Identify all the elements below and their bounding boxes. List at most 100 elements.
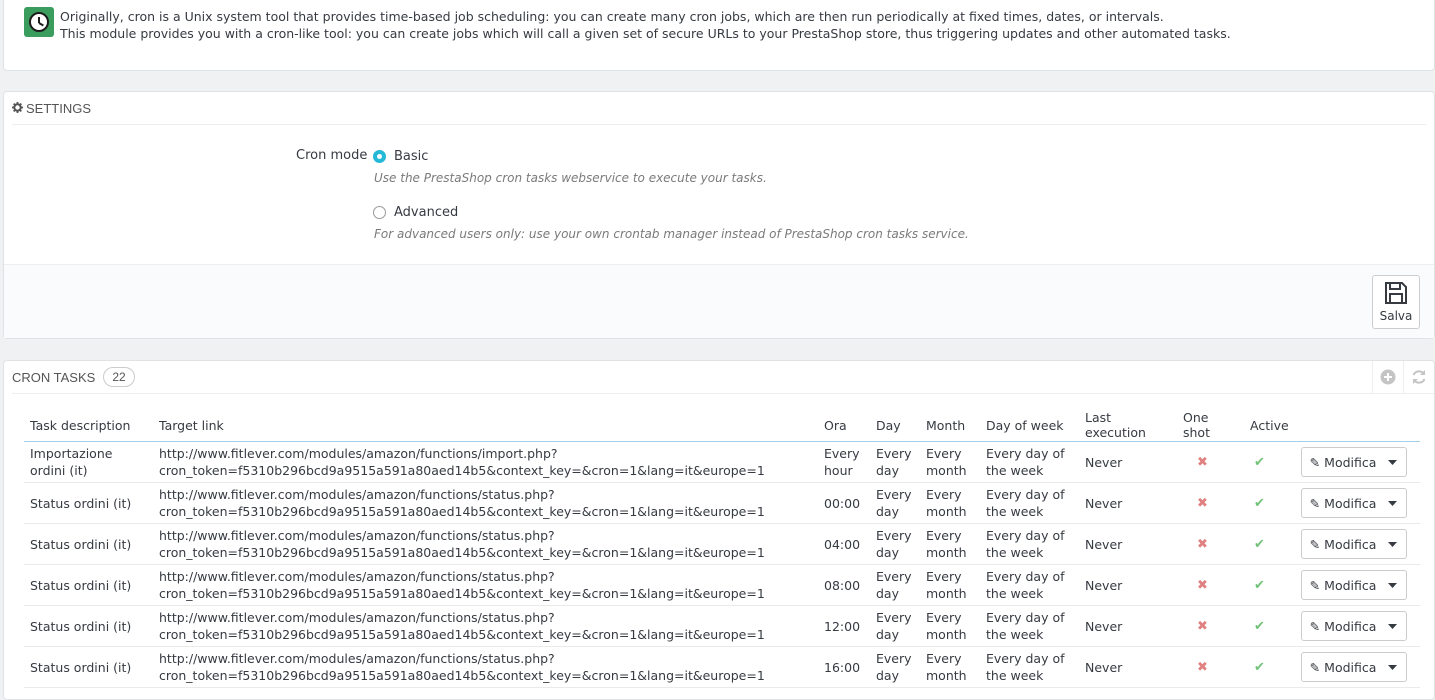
month-cell: Every month	[920, 564, 980, 606]
pencil-icon: ✎	[1309, 536, 1321, 552]
clock-icon	[24, 7, 54, 37]
edit-label: Modifica	[1324, 659, 1377, 675]
one-shot-cell: ✖	[1177, 564, 1244, 606]
cron-tasks-title: CRON TASKS	[12, 369, 96, 385]
month-cell: Every month	[920, 441, 980, 483]
col-ora[interactable]: Ora	[818, 409, 870, 442]
edit-button[interactable]: ✎ Modifica	[1302, 618, 1380, 635]
edit-button-group: ✎ Modifica	[1300, 529, 1407, 559]
col-last-execution[interactable]: Last execution	[1079, 409, 1177, 442]
one-shot-cell: ✖	[1177, 523, 1244, 565]
actions-cell: ✎ Modifica	[1294, 605, 1420, 647]
cross-icon[interactable]: ✖	[1197, 455, 1208, 470]
edit-label: Modifica	[1324, 577, 1377, 593]
task-count-badge: 22	[103, 367, 135, 387]
ora-cell: 04:00	[818, 523, 870, 565]
gear-icon	[12, 101, 23, 113]
cross-icon[interactable]: ✖	[1197, 619, 1208, 634]
cross-icon[interactable]: ✖	[1197, 537, 1208, 552]
last-execution-cell: Never	[1079, 523, 1177, 565]
cross-icon[interactable]: ✖	[1197, 660, 1208, 675]
check-icon[interactable]: ✔	[1254, 537, 1265, 552]
radio-basic[interactable]: Basic	[373, 149, 428, 164]
cross-icon[interactable]: ✖	[1197, 496, 1208, 511]
settings-title: SETTINGS	[26, 100, 92, 116]
radio-advanced-input[interactable]	[373, 206, 386, 219]
add-task-button[interactable]	[1372, 361, 1403, 393]
cross-icon[interactable]: ✖	[1197, 578, 1208, 593]
refresh-button[interactable]	[1403, 361, 1434, 393]
month-cell: Every month	[920, 646, 980, 688]
target-link-line2: cron_token=f5310b296bcd9a9515a591a80aed1…	[159, 504, 765, 519]
actions-cell: ✎ Modifica	[1294, 523, 1420, 565]
ora-cell: 16:00	[818, 646, 870, 688]
settings-panel: SETTINGS Cron mode Basic Use the PrestaS…	[3, 91, 1435, 339]
edit-button[interactable]: ✎ Modifica	[1302, 659, 1380, 676]
ora-cell: 12:00	[818, 605, 870, 647]
target-link: http://www.fitlever.com/modules/amazon/f…	[153, 646, 818, 688]
day-of-week-cell: Every day of the week	[980, 441, 1079, 483]
target-link: http://www.fitlever.com/modules/amazon/f…	[153, 605, 818, 647]
caret-down-icon[interactable]	[1380, 612, 1406, 640]
active-cell: ✔	[1244, 441, 1295, 483]
check-icon[interactable]: ✔	[1254, 578, 1265, 593]
edit-label: Modifica	[1324, 495, 1377, 511]
caret-down-icon[interactable]	[1380, 571, 1406, 599]
col-month[interactable]: Month	[920, 409, 980, 442]
edit-button[interactable]: ✎ Modifica	[1302, 536, 1380, 553]
pencil-icon: ✎	[1309, 454, 1321, 470]
cron-tasks-panel: CRON TASKS 22 Task description Target li…	[3, 360, 1435, 700]
task-description: Status ordini (it)	[24, 482, 153, 524]
day-of-week-cell: Every day of the week	[980, 605, 1079, 647]
edit-button[interactable]: ✎ Modifica	[1302, 495, 1380, 512]
edit-button-group: ✎ Modifica	[1300, 570, 1407, 600]
edit-label: Modifica	[1324, 536, 1377, 552]
radio-basic-input[interactable]	[373, 150, 386, 163]
col-day[interactable]: Day	[870, 409, 920, 442]
target-link-line2: cron_token=f5310b296bcd9a9515a591a80aed1…	[159, 545, 765, 560]
save-button[interactable]: Salva	[1372, 275, 1420, 329]
active-cell: ✔	[1244, 523, 1295, 565]
check-icon[interactable]: ✔	[1254, 496, 1265, 511]
check-icon[interactable]: ✔	[1254, 455, 1265, 470]
day-cell: Every day	[870, 441, 920, 483]
edit-label: Modifica	[1324, 618, 1377, 634]
edit-button[interactable]: ✎ Modifica	[1302, 454, 1380, 471]
target-link: http://www.fitlever.com/modules/amazon/f…	[153, 482, 818, 524]
col-day-of-week[interactable]: Day of week	[980, 409, 1079, 442]
advanced-help: For advanced users only: use your own cr…	[374, 227, 969, 241]
col-active[interactable]: Active	[1244, 409, 1295, 442]
last-execution-cell: Never	[1079, 441, 1177, 483]
task-description: Status ordini (it)	[24, 605, 153, 647]
check-icon[interactable]: ✔	[1254, 660, 1265, 675]
edit-button-group: ✎ Modifica	[1300, 611, 1407, 641]
caret-down-icon[interactable]	[1380, 653, 1406, 681]
check-icon[interactable]: ✔	[1254, 619, 1265, 634]
save-label: Salva	[1379, 309, 1413, 323]
table-row: Status ordini (it) http://www.fitlever.co…	[24, 564, 1420, 606]
target-link-line2: cron_token=f5310b296bcd9a9515a591a80aed1…	[159, 668, 765, 683]
col-one-shot[interactable]: One shot	[1177, 409, 1244, 442]
last-execution-cell: Never	[1079, 482, 1177, 524]
cron-tasks-table: Task description Target link Ora Day Mon…	[24, 409, 1420, 688]
settings-heading: SETTINGS	[12, 92, 1426, 125]
actions-cell: ✎ Modifica	[1294, 564, 1420, 606]
col-target-link[interactable]: Target link	[153, 409, 818, 442]
actions-cell: ✎ Modifica	[1294, 441, 1420, 483]
table-row: Status ordini (it) http://www.fitlever.co…	[24, 605, 1420, 647]
last-execution-cell: Never	[1079, 605, 1177, 647]
target-link-line2: cron_token=f5310b296bcd9a9515a591a80aed1…	[159, 463, 765, 478]
target-link: http://www.fitlever.com/modules/amazon/f…	[153, 441, 818, 483]
target-link-line1: http://www.fitlever.com/modules/amazon/f…	[159, 446, 558, 461]
col-task-description[interactable]: Task description	[24, 409, 153, 442]
caret-down-icon[interactable]	[1380, 448, 1406, 476]
info-panel: Originally, cron is a Unix system tool t…	[3, 0, 1435, 71]
radio-advanced[interactable]: Advanced	[373, 205, 458, 220]
cron-tasks-heading: CRON TASKS 22	[12, 361, 1434, 394]
edit-button[interactable]: ✎ Modifica	[1302, 577, 1380, 594]
caret-down-icon[interactable]	[1380, 489, 1406, 517]
pencil-icon: ✎	[1309, 577, 1321, 593]
caret-down-icon[interactable]	[1380, 530, 1406, 558]
day-of-week-cell: Every day of the week	[980, 646, 1079, 688]
active-cell: ✔	[1244, 605, 1295, 647]
